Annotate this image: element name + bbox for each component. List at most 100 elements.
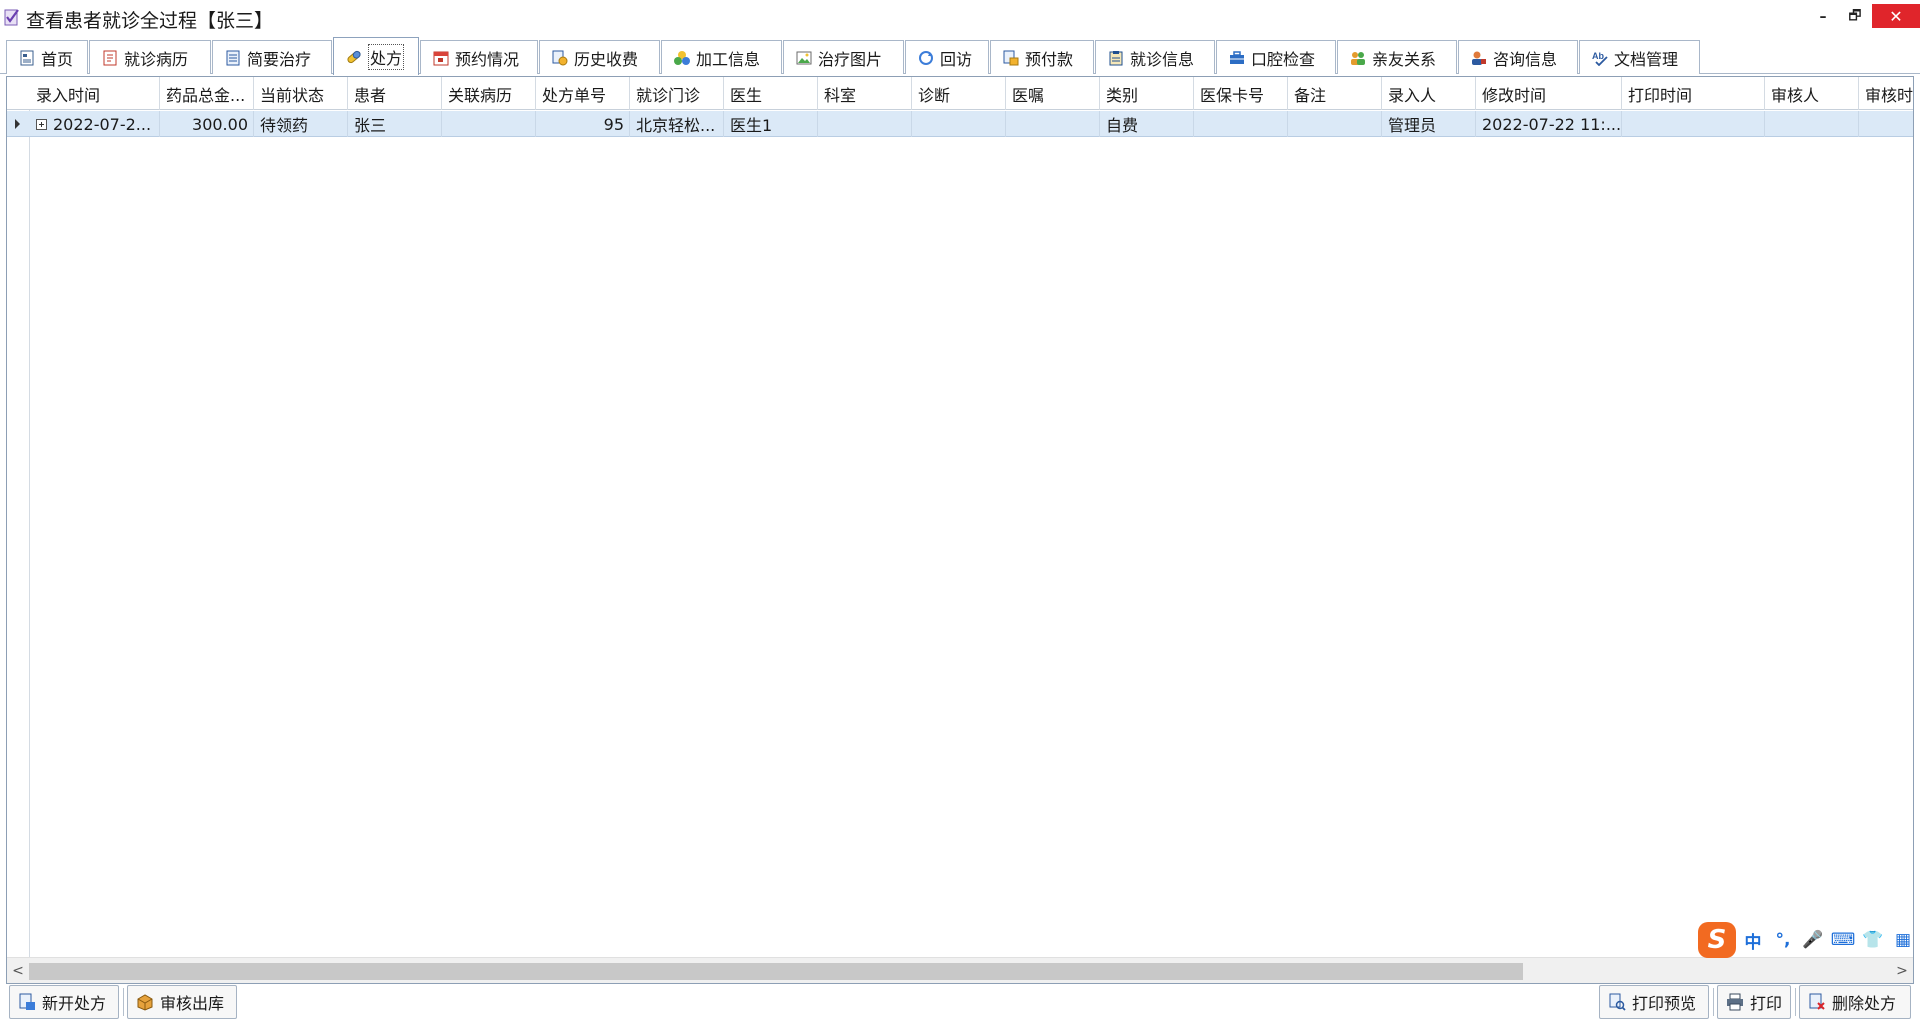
tab-visit-info[interactable]: 就诊信息: [1095, 40, 1215, 74]
table-row[interactable]: 2022-07-2... 300.00 待领药 张三 95 北京轻松... 医生…: [7, 111, 1913, 137]
scrollbar-thumb[interactable]: [29, 963, 1523, 980]
cell-modified-time[interactable]: 2022-07-22 11:...: [1476, 111, 1622, 137]
column-header[interactable]: 诊断: [912, 77, 1006, 110]
column-header[interactable]: 医生: [724, 77, 818, 110]
cell-entered-by[interactable]: 管理员: [1382, 111, 1476, 137]
column-header[interactable]: 就诊门诊: [630, 77, 724, 110]
horizontal-scrollbar[interactable]: < >: [7, 957, 1913, 983]
cell-diagnosis[interactable]: [912, 111, 1006, 137]
tab-prescription[interactable]: 处方: [333, 37, 419, 75]
sogou-logo-icon[interactable]: S: [1698, 922, 1736, 958]
tab-consultation[interactable]: 咨询信息: [1458, 40, 1578, 74]
button-label: 打印: [1750, 994, 1783, 1013]
cell-status[interactable]: 待领药: [254, 111, 348, 137]
column-header[interactable]: 药品总金...: [160, 77, 254, 110]
restore-button[interactable]: 🗗: [1842, 6, 1868, 28]
grid-header: 录入时间 药品总金... 当前状态 患者 关联病历 处方单号 就诊门诊 医生 科…: [7, 77, 1913, 110]
row-indicator-column: [7, 77, 30, 983]
column-header[interactable]: 科室: [818, 77, 912, 110]
tab-label: 就诊病历: [124, 49, 189, 69]
column-header[interactable]: 处方单号: [536, 77, 630, 110]
new-document-icon: [18, 993, 36, 1011]
column-header[interactable]: 打印时间: [1622, 77, 1765, 110]
fee-history-icon: [552, 50, 568, 66]
column-header[interactable]: 录入时间: [30, 77, 160, 110]
tab-processing-info[interactable]: 加工信息: [661, 40, 782, 74]
punctuation-icon[interactable]: °,: [1770, 927, 1796, 953]
column-header[interactable]: 修改时间: [1476, 77, 1622, 110]
row-pointer-icon: [15, 119, 20, 129]
cell-instructions[interactable]: [1006, 111, 1100, 137]
tab-relatives[interactable]: 亲友关系: [1337, 40, 1457, 74]
tab-treatment-pictures[interactable]: 治疗图片: [783, 40, 904, 74]
cell-reviewer[interactable]: [1765, 111, 1859, 137]
spellcheck-icon: Ab: [1592, 50, 1608, 66]
tab-fee-history[interactable]: 历史收费: [539, 40, 660, 74]
medical-record-icon: [102, 50, 118, 66]
cell-patient[interactable]: 张三: [348, 111, 442, 137]
cell-category[interactable]: 自费: [1100, 111, 1194, 137]
column-header[interactable]: 备注: [1288, 77, 1382, 110]
expand-plus-icon[interactable]: [36, 118, 47, 130]
tab-label: 简要治疗: [247, 49, 312, 69]
tab-oral-exam[interactable]: 口腔检查: [1216, 40, 1336, 74]
cell-doctor[interactable]: 医生1: [724, 111, 818, 137]
button-label: 新开处方: [42, 994, 107, 1013]
toolbox-icon[interactable]: ▦: [1890, 927, 1916, 953]
cell-insurance-card[interactable]: [1194, 111, 1288, 137]
column-header[interactable]: 医嘱: [1006, 77, 1100, 110]
microphone-icon[interactable]: 🎤: [1800, 927, 1826, 953]
skin-icon[interactable]: 👕: [1860, 927, 1886, 953]
column-header[interactable]: 医保卡号: [1194, 77, 1288, 110]
window-title: 查看患者就诊全过程【张三】: [26, 10, 274, 32]
cell-total-amount[interactable]: 300.00: [160, 111, 254, 137]
column-header[interactable]: 录入人: [1382, 77, 1476, 110]
tab-home[interactable]: 首页: [6, 40, 88, 74]
review-dispense-button[interactable]: 审核出库: [127, 985, 237, 1019]
minimize-button[interactable]: –: [1812, 6, 1834, 28]
scroll-left-arrow[interactable]: <: [9, 962, 27, 980]
column-header[interactable]: 类别: [1100, 77, 1194, 110]
print-preview-button[interactable]: 打印预览: [1599, 985, 1709, 1019]
print-button[interactable]: 打印: [1717, 985, 1791, 1019]
tab-medical-record[interactable]: 就诊病历: [89, 40, 211, 74]
ime-chinese-mode[interactable]: 中: [1740, 927, 1766, 953]
prescription-grid[interactable]: 录入时间 药品总金... 当前状态 患者 关联病历 处方单号 就诊门诊 医生 科…: [6, 76, 1914, 984]
tab-label: 回访: [940, 49, 973, 69]
button-label: 打印预览: [1632, 994, 1697, 1013]
tab-brief-treatment[interactable]: 简要治疗: [212, 40, 332, 74]
tab-label: 预付款: [1025, 49, 1074, 69]
tab-appointments[interactable]: 预约情况: [420, 40, 538, 74]
ime-toolbar[interactable]: S 中 °, 🎤 ⌨ 👕 ▦: [1698, 920, 1918, 960]
cell-department[interactable]: [818, 111, 912, 137]
keyboard-icon[interactable]: ⌨: [1830, 927, 1856, 953]
document-icon: [225, 50, 241, 66]
column-header[interactable]: 患者: [348, 77, 442, 110]
column-header[interactable]: 关联病历: [442, 77, 536, 110]
prepay-icon: [1003, 50, 1019, 66]
scroll-right-arrow[interactable]: >: [1893, 962, 1911, 980]
cell-prescription-no[interactable]: 95: [536, 111, 630, 137]
delete-prescription-button[interactable]: 删除处方: [1799, 985, 1911, 1019]
new-prescription-button[interactable]: 新开处方: [9, 985, 119, 1019]
tab-document-management[interactable]: Ab 文档管理: [1579, 40, 1700, 74]
cell-entry-time[interactable]: 2022-07-2...: [30, 111, 160, 137]
tab-follow-up[interactable]: 回访: [905, 40, 989, 74]
cell-remark[interactable]: [1288, 111, 1382, 137]
briefcase-icon: [1229, 50, 1245, 66]
column-header[interactable]: 审核人: [1765, 77, 1859, 110]
cell-linked-record[interactable]: [442, 111, 536, 137]
refresh-icon: [918, 50, 934, 66]
package-icon: [136, 993, 154, 1011]
cell-review-time[interactable]: [1859, 111, 1913, 137]
cell-clinic[interactable]: 北京轻松...: [630, 111, 724, 137]
cell-print-time[interactable]: [1622, 111, 1765, 137]
tab-prepayment[interactable]: 预付款: [990, 40, 1094, 74]
close-button[interactable]: ✕: [1872, 4, 1920, 28]
picture-icon: [796, 50, 812, 66]
column-header[interactable]: 当前状态: [254, 77, 348, 110]
button-divider: [1795, 988, 1796, 1016]
column-header[interactable]: 审核时: [1859, 77, 1913, 110]
print-preview-icon: [1608, 993, 1626, 1011]
button-divider: [123, 988, 124, 1016]
